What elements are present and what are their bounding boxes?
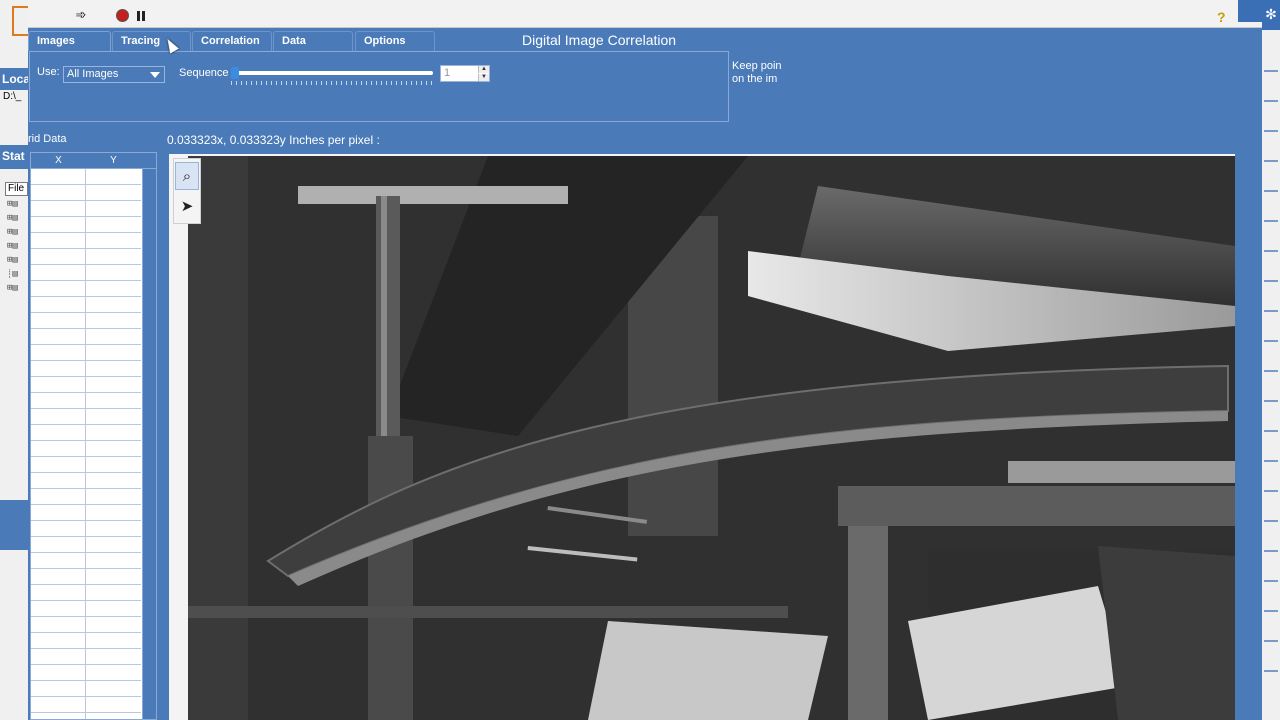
spin-up-icon[interactable]: ▲ xyxy=(478,66,489,73)
sequence-slider-thumb[interactable] xyxy=(231,67,239,79)
background-path: D:\_ xyxy=(3,91,22,102)
sequence-value: 1 xyxy=(444,67,451,79)
use-select-value: All Images xyxy=(67,68,119,80)
grid-data-label: rid Data xyxy=(28,133,67,145)
camera-image[interactable] xyxy=(188,156,1235,720)
divider xyxy=(1264,370,1278,372)
divider xyxy=(1264,460,1278,462)
divider xyxy=(1264,400,1278,402)
tab-tracing[interactable]: Tracing xyxy=(112,31,191,51)
divider xyxy=(1264,670,1278,672)
tab-data[interactable]: Data xyxy=(273,31,353,51)
divider xyxy=(1264,130,1278,132)
dic-window: ➾ ? Images Tracing Correlation Data Opti… xyxy=(28,0,1262,720)
scale-readout: 0.033323x, 0.033323y Inches per pixel : xyxy=(167,133,380,147)
tree-row[interactable]: ⊞▤ xyxy=(7,199,27,209)
forward-icon[interactable]: ➾ xyxy=(73,7,89,23)
background-app-right: ✻ xyxy=(1262,0,1280,720)
background-status-label: Stat xyxy=(2,149,25,163)
divider xyxy=(1264,640,1278,642)
divider xyxy=(1264,580,1278,582)
tree-row[interactable]: ┊▤ xyxy=(7,269,27,279)
tab-options[interactable]: Options xyxy=(355,31,435,51)
tab-correlation[interactable]: Correlation xyxy=(192,31,272,51)
divider xyxy=(1264,220,1278,222)
spin-down-icon[interactable]: ▼ xyxy=(478,74,489,81)
divider xyxy=(1264,610,1278,612)
sequence-slider[interactable] xyxy=(231,67,433,79)
divider xyxy=(1264,190,1278,192)
divider xyxy=(1264,100,1278,102)
chevron-down-icon[interactable] xyxy=(150,72,160,78)
app-logo-icon xyxy=(1238,0,1262,22)
record-icon[interactable] xyxy=(116,9,129,22)
pointer-icon[interactable]: ➤ xyxy=(175,193,199,221)
use-select[interactable]: All Images xyxy=(63,66,165,83)
toolbar: ➾ ? xyxy=(28,0,1262,28)
images-panel: Use: All Images Sequence 1 ▲ ▼ xyxy=(29,51,729,122)
column-header-x[interactable]: X xyxy=(31,153,86,169)
tree-row[interactable]: ⊞▤ xyxy=(7,283,27,293)
sequence-label: Sequence xyxy=(179,67,229,79)
sequence-slider-ticks xyxy=(231,81,433,85)
background-logo xyxy=(12,6,28,36)
viewer-toolbar: ⌕ ➤ xyxy=(173,158,201,224)
camera-image-graphic xyxy=(188,156,1235,720)
tree-row[interactable]: ⊞▤ xyxy=(7,241,27,251)
divider xyxy=(1264,70,1278,72)
grid-scrollbar[interactable] xyxy=(142,169,156,719)
grid-data-table[interactable]: X Y xyxy=(30,152,157,720)
zoom-icon[interactable]: ⌕ xyxy=(175,162,199,190)
grid-body[interactable] xyxy=(31,169,141,719)
background-file-button[interactable]: File xyxy=(5,182,28,196)
snowflake-icon[interactable]: ✻ xyxy=(1262,0,1280,30)
tree-row[interactable]: ⊞▤ xyxy=(7,255,27,265)
background-location-label: Loca xyxy=(2,72,28,86)
tab-images[interactable]: Images xyxy=(28,31,111,51)
divider xyxy=(1264,490,1278,492)
pause-icon[interactable] xyxy=(137,11,145,21)
tree-row[interactable]: ⊞▤ xyxy=(7,227,27,237)
hint-text: Keep poin on the im xyxy=(732,60,782,85)
divider xyxy=(1264,160,1278,162)
use-label: Use: xyxy=(37,66,60,78)
column-header-y[interactable]: Y xyxy=(86,153,141,169)
help-icon[interactable]: ? xyxy=(1217,9,1226,25)
divider xyxy=(1264,430,1278,432)
background-app-left: Loca D:\_ Stat File ⊞▤ ⊞▤ ⊞▤ ⊞▤ ⊞▤ ┊▤ ⊞▤ xyxy=(0,0,28,720)
background-selection-bar xyxy=(0,500,28,550)
tree-row[interactable]: ⊞▤ xyxy=(7,213,27,223)
grid-header: X Y xyxy=(31,153,156,169)
divider xyxy=(1264,520,1278,522)
window-title: Digital Image Correlation xyxy=(522,32,677,48)
divider xyxy=(1264,550,1278,552)
divider xyxy=(1264,250,1278,252)
sequence-spinner[interactable]: 1 ▲ ▼ xyxy=(440,65,490,82)
divider xyxy=(1264,340,1278,342)
divider xyxy=(1264,310,1278,312)
divider xyxy=(1264,280,1278,282)
